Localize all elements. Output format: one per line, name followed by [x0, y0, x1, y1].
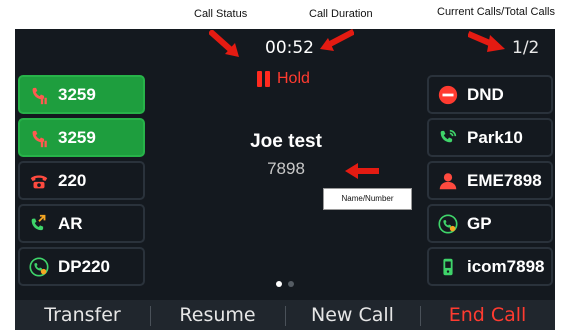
annotation-arrow-icon: [345, 163, 379, 179]
annotation-call-duration: Call Duration: [309, 8, 373, 20]
call-park-icon: [440, 129, 457, 142]
annotation-arrow-icon: [320, 29, 354, 51]
intercom-key[interactable]: icom7898: [427, 247, 553, 286]
page-dot-active: [276, 281, 282, 287]
line-key-label: 3259: [58, 127, 96, 147]
end-call-button[interactable]: End Call: [420, 300, 555, 330]
line-key-label: 220: [58, 170, 87, 190]
caller-number: 7898: [267, 159, 305, 178]
transfer-button[interactable]: Transfer: [15, 300, 150, 330]
intercom-key-label: icom7898: [467, 256, 545, 276]
annotation-call-status: Call Status: [194, 8, 248, 20]
call-status-label: Hold: [277, 70, 310, 87]
call-hold-icon: [32, 87, 47, 104]
line-key-2[interactable]: 3259: [18, 118, 145, 157]
resume-button[interactable]: Resume: [150, 300, 285, 330]
phone-busy-icon: [30, 175, 48, 188]
line-key-label: AR: [58, 213, 83, 233]
dnd-icon: [438, 85, 458, 104]
intercom-icon: [443, 258, 453, 275]
call-counter: 1/2: [512, 38, 540, 58]
line-key-label: 3259: [58, 84, 96, 104]
annotation-arrow-icon: [468, 31, 505, 52]
softkey-bar: Transfer Resume New Call End Call: [15, 300, 555, 330]
line-key-5[interactable]: DP220: [18, 247, 145, 286]
annotation-current-calls: Current Calls/Total Calls: [437, 6, 555, 18]
pause-icon: [257, 71, 270, 87]
contact-key[interactable]: EME7898: [427, 161, 553, 200]
dnd-key[interactable]: DND: [427, 75, 553, 114]
caller-name: Joe test: [250, 131, 322, 152]
new-call-button[interactable]: New Call: [285, 300, 420, 330]
line-key-1[interactable]: 3259: [18, 75, 145, 114]
annotation-name-number: Name/Number: [323, 188, 412, 210]
line-key-label: DP220: [58, 256, 110, 276]
park-key[interactable]: Park10: [427, 118, 553, 157]
page-indicator: [276, 281, 294, 287]
contact-icon: [439, 172, 457, 189]
annotation-arrow-icon: [209, 30, 239, 57]
call-status: Hold: [257, 70, 310, 88]
contact-key-label: EME7898: [467, 170, 542, 190]
dnd-key-label: DND: [467, 84, 504, 104]
call-forward-icon: [31, 214, 46, 230]
group-pickup-key[interactable]: GP: [427, 204, 553, 243]
page-dot: [288, 281, 294, 287]
phone-screen: 00:52 1/2 Hold Joe test 7898 3259 3259 2…: [15, 29, 555, 330]
call-hold-icon: [32, 130, 47, 147]
call-duration: 00:52: [265, 38, 314, 58]
line-key-3[interactable]: 220: [18, 161, 145, 200]
park-key-label: Park10: [467, 127, 523, 147]
line-key-4[interactable]: AR: [18, 204, 145, 243]
group-pickup-key-label: GP: [467, 213, 492, 233]
group-pickup-icon: [438, 213, 458, 234]
speed-dial-icon: [29, 256, 49, 277]
